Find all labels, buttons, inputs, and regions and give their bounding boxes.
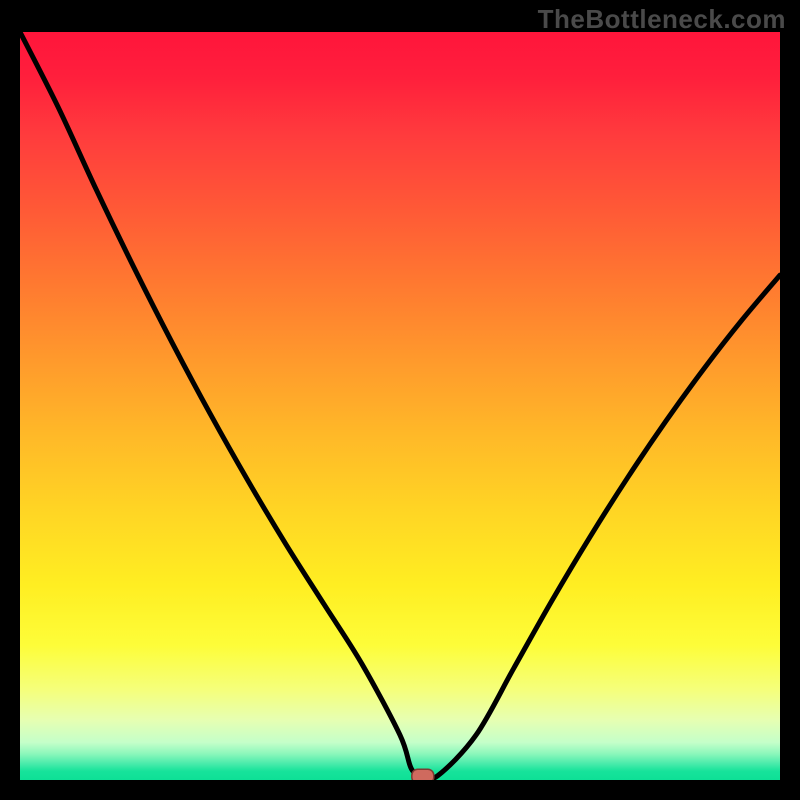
- watermark-text: TheBottleneck.com: [538, 4, 786, 35]
- chart-frame: TheBottleneck.com: [0, 0, 800, 800]
- bottleneck-curve-path: [20, 32, 780, 779]
- minimum-marker: [412, 769, 434, 780]
- bottleneck-curve-svg: [20, 32, 780, 780]
- plot-area: [20, 32, 780, 780]
